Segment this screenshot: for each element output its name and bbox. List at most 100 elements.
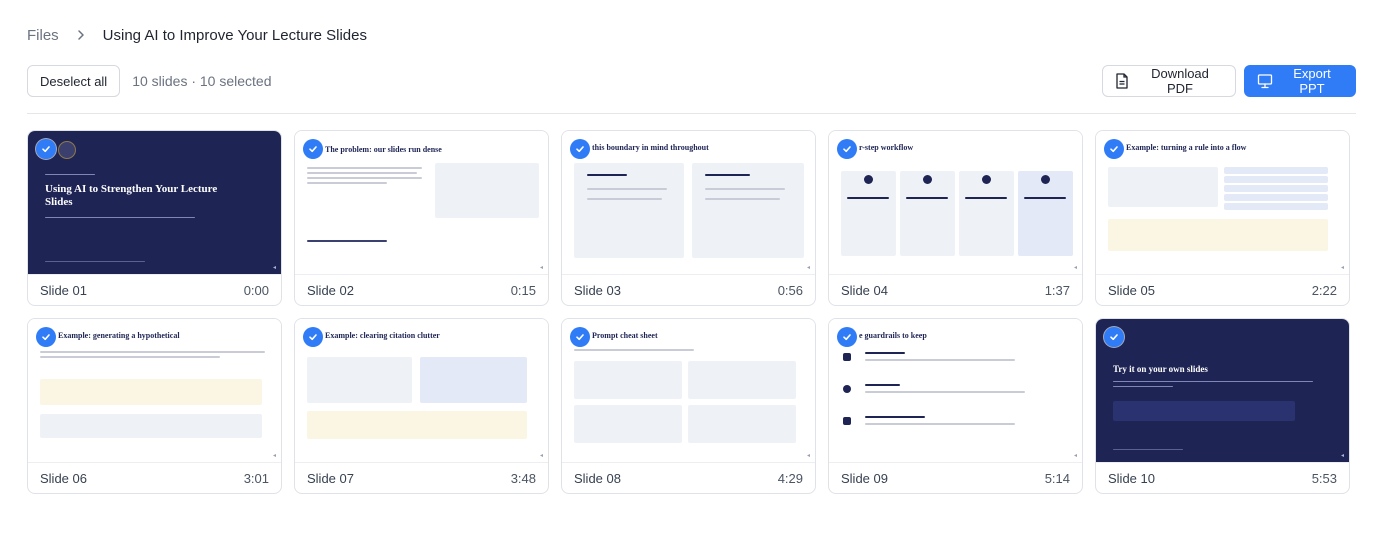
slide-label: Slide 01	[40, 282, 87, 298]
slide-time: 3:01	[243, 470, 269, 486]
text-line	[865, 359, 1015, 361]
text-line	[587, 198, 662, 200]
checkmark-icon[interactable]	[837, 327, 857, 347]
text-line	[1113, 386, 1173, 387]
slide-time: 5:14	[1044, 470, 1070, 486]
slide-title: The problem: our slides run dense	[325, 145, 442, 154]
slide-thumbnail: this boundary in mind throughout ◂	[562, 131, 815, 274]
flow-step	[1224, 203, 1328, 210]
step-marker	[923, 175, 932, 184]
page-title: Using AI to Improve Your Lecture Slides	[102, 26, 367, 44]
text-line	[307, 182, 387, 184]
slide-card[interactable]: r-step workflow ◂ Slide 04 1:37	[828, 130, 1083, 306]
checkmark-icon[interactable]	[36, 327, 56, 347]
speaker-icon: ◂	[539, 453, 543, 459]
slide-title: e guardrails to keep	[859, 331, 927, 340]
flow-step	[1224, 194, 1328, 201]
slide-card[interactable]: The problem: our slides run dense ◂ Slid…	[294, 130, 549, 306]
text-line	[865, 416, 925, 418]
slide-caption: Slide 03 0:56	[562, 274, 815, 305]
text-line	[40, 356, 220, 358]
scale-icon	[843, 417, 851, 425]
flow-step	[1224, 167, 1328, 174]
flow-step	[1224, 185, 1328, 192]
text-box	[420, 357, 527, 403]
text-line	[865, 352, 905, 354]
slide-card[interactable]: Example: generating a hypothetical ◂ Sli…	[27, 318, 282, 494]
speaker-icon: ◂	[806, 453, 810, 459]
slide-caption: Slide 02 0:15	[295, 274, 548, 305]
checkmark-icon[interactable]	[303, 327, 323, 347]
slide-card[interactable]: e guardrails to keep ◂ Slide 09 5:14	[828, 318, 1083, 494]
text-line	[705, 198, 780, 200]
column-box	[574, 163, 684, 258]
slide-label: Slide 04	[841, 282, 888, 298]
checkmark-icon[interactable]	[570, 327, 590, 347]
text-line	[307, 167, 422, 169]
crest-logo	[58, 141, 76, 159]
slide-card[interactable]: Example: clearing citation clutter ◂ Sli…	[294, 318, 549, 494]
download-pdf-button[interactable]: Download PDF	[1102, 65, 1236, 97]
prompt-card	[688, 405, 796, 443]
slide-caption: Slide 07 3:48	[295, 462, 548, 493]
slide-caption: Slide 06 3:01	[28, 462, 281, 493]
text-line	[1113, 449, 1183, 450]
slide-time: 0:56	[777, 282, 803, 298]
slide-time: 1:37	[1044, 282, 1070, 298]
slide-caption: Slide 08 4:29	[562, 462, 815, 493]
magnifier-icon	[843, 385, 851, 393]
checkmark-icon[interactable]	[36, 139, 56, 159]
checkmark-icon[interactable]	[1104, 139, 1124, 159]
breadcrumb-files-link[interactable]: Files	[27, 27, 59, 44]
text-line	[307, 177, 422, 179]
slide-caption: Slide 04 1:37	[829, 274, 1082, 305]
checkmark-icon[interactable]	[1104, 327, 1124, 347]
speaker-icon: ◂	[1073, 265, 1077, 271]
slide-thumbnail: Try it on your own slides ◂	[1096, 319, 1349, 462]
speaker-icon: ◂	[272, 453, 276, 459]
slide-grid: Using AI to Strengthen Your Lecture Slid…	[27, 130, 1352, 494]
slide-thumbnail: e guardrails to keep ◂	[829, 319, 1082, 462]
text-line	[587, 188, 667, 190]
checkmark-icon[interactable]	[303, 139, 323, 159]
slide-thumbnail: Example: turning a rule into a flow ◂	[1096, 131, 1349, 274]
slide-title: Example: turning a rule into a flow	[1126, 143, 1247, 152]
export-ppt-button[interactable]: Export PPT	[1244, 65, 1356, 97]
speaker-icon: ◂	[1340, 265, 1344, 271]
divider	[27, 113, 1356, 114]
slide-thumbnail: Example: generating a hypothetical ◂	[28, 319, 281, 462]
slide-card[interactable]: Try it on your own slides ◂ Slide 10 5:5…	[1095, 318, 1350, 494]
slide-time: 2:22	[1311, 282, 1337, 298]
slide-card[interactable]: Example: turning a rule into a flow ◂ Sl…	[1095, 130, 1350, 306]
slide-label: Slide 06	[40, 470, 87, 486]
prompt-box	[307, 411, 527, 439]
deselect-all-button[interactable]: Deselect all	[27, 65, 121, 97]
flow-step	[1224, 176, 1328, 183]
text-line	[587, 174, 627, 176]
download-pdf-label: Download PDF	[1151, 66, 1209, 96]
text-line	[45, 174, 95, 175]
slide-label: Slide 08	[574, 470, 621, 486]
speaker-icon: ◂	[1340, 453, 1344, 459]
checkmark-icon[interactable]	[570, 139, 590, 159]
prompt-box	[1108, 219, 1328, 251]
text-line	[965, 197, 1007, 199]
text-line	[847, 197, 889, 199]
text-line	[40, 351, 265, 353]
text-line	[705, 174, 750, 176]
speaker-icon: ◂	[272, 265, 276, 271]
toolbar: Deselect all 10 slides · 10 selected Dow…	[27, 65, 1356, 97]
slide-card[interactable]: Prompt cheat sheet ◂ Slide 08 4:29	[561, 318, 816, 494]
prompt-card	[688, 361, 796, 399]
checkmark-icon[interactable]	[837, 139, 857, 159]
slide-label: Slide 09	[841, 470, 888, 486]
text-line	[865, 423, 1015, 425]
slide-card[interactable]: Using AI to Strengthen Your Lecture Slid…	[27, 130, 282, 306]
slide-time: 5:53	[1311, 470, 1337, 486]
slide-label: Slide 03	[574, 282, 621, 298]
slide-thumbnail: Using AI to Strengthen Your Lecture Slid…	[28, 131, 281, 274]
slide-thumbnail: Example: clearing citation clutter ◂	[295, 319, 548, 462]
selection-status: 10 slides · 10 selected	[132, 73, 272, 89]
text-line	[307, 172, 417, 174]
slide-card[interactable]: this boundary in mind throughout ◂ Slide…	[561, 130, 816, 306]
